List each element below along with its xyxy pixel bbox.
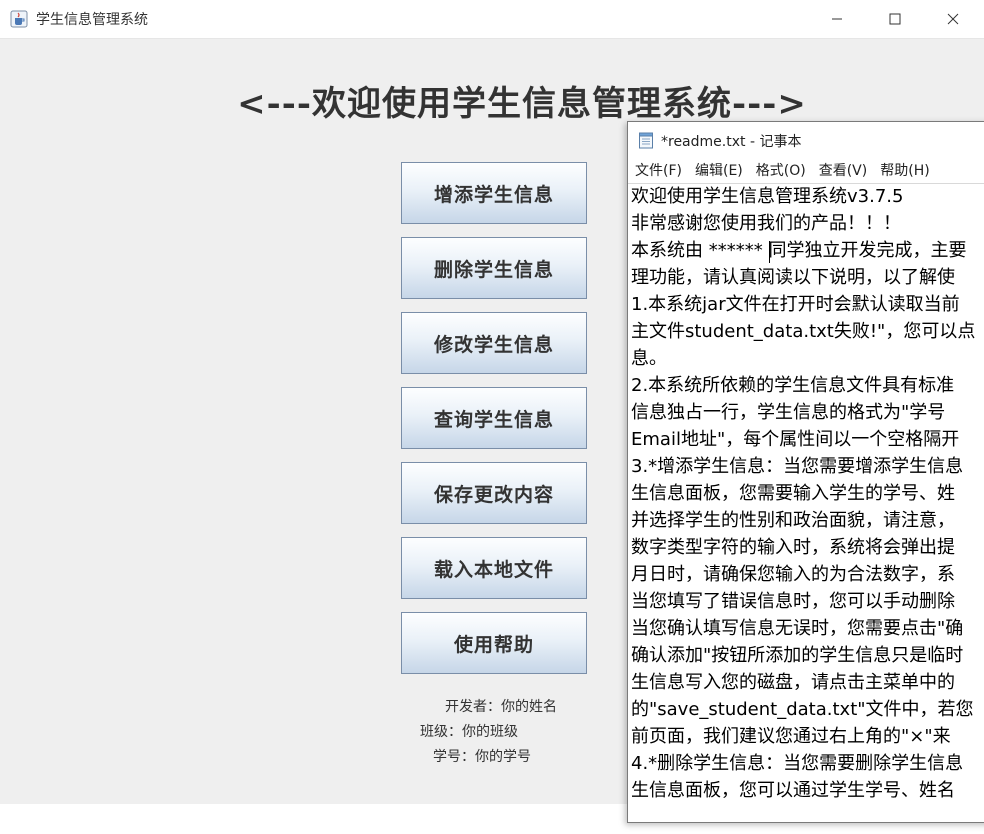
- text-line: 主文件student_data.txt失败!"，您可以点: [631, 321, 976, 342]
- notepad-title: *readme.txt - 记事本: [661, 134, 802, 150]
- menu-view[interactable]: 查看(V): [819, 160, 868, 182]
- menu-format[interactable]: 格式(O): [756, 160, 806, 182]
- text-line: 当您确认填写信息无误时，您需要点击"确: [631, 618, 964, 639]
- student-id-info: 学号：你的学号: [433, 749, 531, 765]
- load-file-button[interactable]: 载入本地文件: [401, 537, 587, 599]
- delete-student-button[interactable]: 删除学生信息: [401, 237, 587, 299]
- modify-student-button[interactable]: 修改学生信息: [401, 312, 587, 374]
- window-title: 学生信息管理系统: [36, 12, 148, 28]
- close-button[interactable]: [924, 0, 982, 38]
- text-line: 2.本系统所依赖的学生信息文件具有标准: [631, 375, 955, 396]
- text-line: 并选择学生的性别和政治面貌，请注意，: [631, 510, 955, 531]
- text-line: Email地址"，每个属性间以一个空格隔开: [631, 429, 960, 450]
- text-line: 信息独占一行，学生信息的格式为"学号: [631, 402, 946, 423]
- help-button[interactable]: 使用帮助: [401, 612, 587, 674]
- add-student-button[interactable]: 增添学生信息: [401, 162, 587, 224]
- text-line: 生信息面板，您可以通过学生学号、姓名: [631, 780, 955, 801]
- main-titlebar[interactable]: 学生信息管理系统: [0, 0, 984, 39]
- java-cup-icon: [10, 10, 28, 28]
- menu-help[interactable]: 帮助(H): [880, 160, 929, 182]
- notepad-window: *readme.txt - 记事本 文件(F) 编辑(E) 格式(O) 查看(V) 帮助…: [627, 121, 984, 823]
- developer-info: 开发者：你的姓名: [445, 699, 557, 715]
- notepad-menubar: 文件(F) 编辑(E) 格式(O) 查看(V) 帮助(H): [628, 160, 984, 182]
- minimize-icon: [832, 18, 842, 20]
- save-changes-button[interactable]: 保存更改内容: [401, 462, 587, 524]
- text-line: 数字类型字符的输入时，系统将会弹出提: [631, 537, 955, 558]
- text-line: 生信息写入您的磁盘，请点击主菜单中的: [631, 672, 955, 693]
- notepad-titlebar[interactable]: *readme.txt - 记事本: [628, 122, 984, 158]
- menu-edit[interactable]: 编辑(E): [695, 160, 743, 182]
- menu-file[interactable]: 文件(F): [635, 160, 682, 182]
- text-line: 的"save_student_data.txt"文件中，若您: [631, 699, 974, 720]
- text-line: 理功能，请认真阅读以下说明，以了解使: [631, 267, 955, 288]
- notepad-text-area[interactable]: 欢迎使用学生信息管理系统v3.7.5 非常感谢您使用我们的产品！！！ 本系统由 …: [628, 183, 984, 834]
- text-line: 当您填写了错误信息时，您可以手动删除: [631, 591, 955, 612]
- text-line: 确认添加"按钮所添加的学生信息只是临时: [631, 645, 964, 666]
- notepad-icon: [639, 132, 653, 149]
- minimize-button[interactable]: [808, 0, 866, 38]
- text-line: 欢迎使用学生信息管理系统v3.7.5: [631, 186, 904, 207]
- text-line: 前页面，我们建议您通过右上角的"×"来: [631, 726, 951, 747]
- text-line: 生信息面板，您需要输入学生的学号、姓: [631, 483, 955, 504]
- text-line: 月日时，请确保您输入的为合法数字，系: [631, 564, 955, 585]
- text-line: 3.*增添学生信息：当您需要增添学生信息: [631, 456, 964, 477]
- text-caret: [769, 241, 770, 263]
- maximize-button[interactable]: [866, 0, 924, 38]
- close-icon: [947, 13, 959, 25]
- query-student-button[interactable]: 查询学生信息: [401, 387, 587, 449]
- text-line: 1.本系统jar文件在打开时会默认读取当前: [631, 294, 960, 315]
- maximize-icon: [889, 13, 901, 25]
- text-line: 4.*删除学生信息：当您需要删除学生信息: [631, 753, 964, 774]
- text-line: 本系统由 ****** 同学独立开发完成，主要: [631, 240, 967, 261]
- welcome-heading: <---欢迎使用学生信息管理系统--->: [237, 84, 807, 124]
- class-info: 班级：你的班级: [420, 724, 518, 740]
- text-line: 非常感谢您使用我们的产品！！！: [631, 213, 901, 234]
- text-line: 息。: [631, 348, 667, 369]
